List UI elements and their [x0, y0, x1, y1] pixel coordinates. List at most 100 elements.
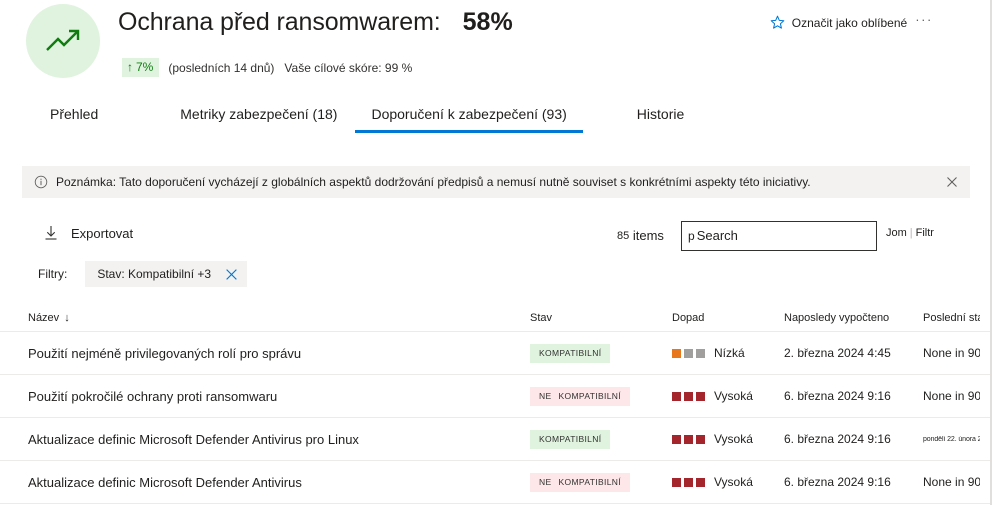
table-row[interactable]: Použití pokročilé ochrany proti ransomwa…: [0, 375, 990, 418]
export-label: Exportovat: [71, 225, 134, 241]
score-subrow: ↑ 7% (posledních 14 dnů) Vaše cílové skó…: [122, 58, 412, 77]
search-icon: p: [688, 229, 695, 243]
impact-cell: Nízká: [672, 346, 784, 360]
impact-square: [672, 434, 681, 444]
status-badge-label: KOMPATIBILNÍ: [558, 477, 621, 487]
notice-text: Poznámka: Tato doporučení vycházejí z gl…: [56, 175, 811, 189]
star-icon: [770, 15, 785, 30]
last-state-change: None in 90 d: [923, 475, 980, 489]
target-score-text: Vaše cílové skóre: 99 %: [284, 60, 413, 75]
impact-square: [696, 391, 705, 401]
last-calculated-date: 6. března 2024 9:16: [784, 389, 891, 403]
column-header-nazev[interactable]: Název ↓: [28, 312, 530, 324]
status-badge: KOMPATIBILNÍ: [530, 344, 611, 363]
page-title: Ochrana před ransomwarem:: [118, 8, 441, 36]
mark-as-favorite-button[interactable]: Označit jako oblíbené: [770, 15, 907, 30]
impact-square: [672, 391, 681, 401]
impact-label: Vysoká: [714, 432, 753, 446]
tab-prehled[interactable]: Přehled: [34, 105, 114, 133]
download-icon: [44, 225, 58, 241]
title-row: Ochrana před ransomwarem: 58%: [118, 6, 513, 38]
table-header-row: Název ↓ Stav Dopad Naposledy vypočteno Po…: [0, 304, 990, 332]
more-options-button[interactable]: ···: [915, 13, 933, 30]
impact-square: [684, 434, 693, 444]
header-actions: Označit jako oblíbené ···: [770, 13, 933, 30]
impact-square: [684, 391, 693, 401]
filters-label: Filtry:: [38, 267, 68, 281]
column-header-posledni-stav[interactable]: Poslední stav Ch.: [923, 312, 980, 324]
search-input[interactable]: [696, 228, 873, 244]
table-row[interactable]: Aktualizace definic Microsoft Defender A…: [0, 461, 990, 504]
items-count-label: items: [632, 228, 664, 243]
score-delta-badge: ↑ 7%: [122, 58, 160, 77]
filter-button[interactable]: Jom | Filtr: [886, 227, 934, 239]
recommendation-name[interactable]: Aktualizace definic Microsoft Defender A…: [28, 432, 530, 447]
column-header-dopad[interactable]: Dopad: [672, 312, 784, 324]
status-cell: NE KOMPATIBILNÍ: [530, 386, 672, 406]
impact-cell: Vysoká: [672, 475, 784, 489]
items-count: 85 items: [617, 228, 664, 243]
impact-square: [684, 477, 693, 487]
last-state-change: None in 90 d: [923, 346, 980, 360]
last-calculated-date: 2. března 2024 4:45: [784, 346, 891, 360]
page-header: Ochrana před ransomwarem: 58% ↑ 7% (posl…: [0, 0, 990, 105]
impact-label: Vysoká: [714, 389, 753, 403]
last-state-change: None in 90 d: [923, 389, 980, 403]
last-calculated-date: 6. března 2024 9:16: [784, 432, 891, 446]
status-cell: KOMPATIBILNÍ: [530, 429, 672, 449]
tab-bar: Přehled Metriky zabezpečení (18) Doporuč…: [0, 105, 990, 145]
tab-metriky-zabezpeceni[interactable]: Metriky zabezpečení (18): [164, 105, 353, 133]
status-badge-prefix: NE: [539, 391, 552, 401]
column-header-stav[interactable]: Stav: [530, 312, 672, 324]
impact-level-indicator: [672, 391, 705, 401]
last-calculated-date: 6. března 2024 9:16: [784, 475, 891, 489]
delta-value: 7%: [136, 60, 154, 74]
status-badge-label: KOMPATIBILNÍ: [558, 391, 621, 401]
score-value: 58%: [462, 8, 513, 36]
last-state-change: pondělí 22. února 2024: [923, 435, 980, 443]
filters-row: Filtry: Stav: Kompatibilní +3: [0, 258, 990, 290]
impact-level-indicator: [672, 477, 705, 487]
info-circle-icon: [34, 175, 48, 189]
impact-square: [696, 477, 705, 487]
close-icon[interactable]: [938, 176, 958, 188]
recommendation-name[interactable]: Aktualizace definic Microsoft Defender A…: [28, 475, 530, 490]
items-count-number: 85: [617, 230, 630, 242]
arrow-up-icon: ↑: [127, 60, 133, 74]
impact-square: [696, 348, 705, 358]
impact-level-indicator: [672, 348, 705, 358]
filter-left-label: Jom: [886, 227, 907, 239]
export-button[interactable]: Exportovat: [44, 221, 133, 245]
impact-level-indicator: [672, 434, 705, 444]
recommendation-name[interactable]: Použití nejméně privilegovaných rolí pro…: [28, 346, 530, 361]
trending-up-icon: [26, 4, 100, 78]
page-root: Ochrana před ransomwarem: 58% ↑ 7% (posl…: [0, 0, 992, 505]
status-badge-label: KOMPATIBILNÍ: [539, 434, 602, 444]
impact-label: Nízká: [714, 346, 745, 360]
close-icon[interactable]: [225, 268, 238, 281]
recommendations-table: Název ↓ Stav Dopad Naposledy vypočteno Po…: [0, 304, 990, 504]
table-row[interactable]: Aktualizace definic Microsoft Defender A…: [0, 418, 990, 461]
impact-cell: Vysoká: [672, 432, 784, 446]
sort-descending-icon: ↓: [64, 311, 70, 324]
status-badge-prefix: NE: [539, 477, 552, 487]
status-cell: KOMPATIBILNÍ: [530, 343, 672, 363]
impact-label: Vysoká: [714, 475, 753, 489]
table-body: Použití nejméně privilegovaných rolí pro…: [0, 332, 990, 504]
recommendation-name[interactable]: Použití pokročilé ochrany proti ransomwa…: [28, 389, 530, 404]
status-badge: NE KOMPATIBILNÍ: [530, 387, 630, 406]
impact-cell: Vysoká: [672, 389, 784, 403]
filter-label: Filtr: [915, 227, 934, 239]
column-header-naposledy-vypocteno[interactable]: Naposledy vypočteno: [784, 312, 923, 324]
notice-bar: Poznámka: Tato doporučení vycházejí z gl…: [22, 166, 970, 198]
table-row[interactable]: Použití nejméně privilegovaných rolí pro…: [0, 332, 990, 375]
impact-square: [672, 477, 681, 487]
tab-doporuceni-k-zabezpeceni[interactable]: Doporučení k zabezpečení (93): [355, 105, 584, 133]
status-cell: NE KOMPATIBILNÍ: [530, 472, 672, 492]
tab-historie[interactable]: Historie: [621, 105, 700, 133]
table-toolbar: Exportovat 85 items p Jom | Filtr: [0, 214, 990, 258]
search-box[interactable]: p: [681, 221, 877, 251]
filter-chip-label: Stav: Kompatibilní +3: [97, 267, 212, 281]
filter-chip-stav[interactable]: Stav: Kompatibilní +3: [85, 261, 248, 287]
impact-square: [684, 348, 693, 358]
